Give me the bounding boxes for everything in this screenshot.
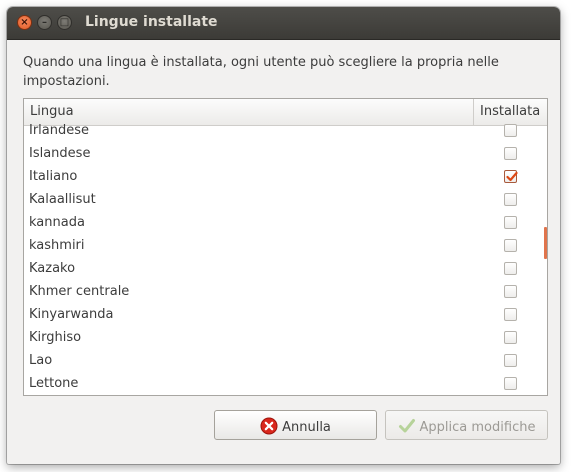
language-name: Lettone xyxy=(29,376,79,391)
installed-checkbox[interactable] xyxy=(504,147,517,160)
installed-checkbox[interactable] xyxy=(504,262,517,275)
language-name: Kalaallisut xyxy=(29,192,96,207)
list-item[interactable]: Kinyarwanda xyxy=(24,305,547,328)
cancel-button-label: Annulla xyxy=(282,420,331,435)
installed-checkbox[interactable] xyxy=(504,216,517,229)
checkmark-icon xyxy=(398,417,416,439)
apply-button-label: Applica modifiche xyxy=(419,420,536,435)
installed-checkbox[interactable] xyxy=(504,308,517,321)
installed-checkbox[interactable] xyxy=(504,331,517,344)
language-name: Irlandese xyxy=(29,123,90,138)
installed-checkbox[interactable] xyxy=(504,285,517,298)
language-name: Kirghiso xyxy=(29,330,82,345)
list-item[interactable]: Irlandese xyxy=(24,121,547,144)
title-bar[interactable]: × – □ Lingue installate xyxy=(7,7,560,40)
minimize-icon: – xyxy=(42,17,47,28)
language-name: Kazako xyxy=(29,261,76,276)
column-header-language[interactable]: Lingua xyxy=(30,104,74,119)
maximize-icon: □ xyxy=(59,17,70,28)
language-name: Italiano xyxy=(29,169,78,184)
installed-checkbox[interactable] xyxy=(504,170,518,183)
close-window-button[interactable]: × xyxy=(17,15,32,30)
language-name: kashmiri xyxy=(29,238,85,253)
language-name: Khmer centrale xyxy=(29,284,130,299)
language-list[interactable]: Lingua Installata Irlandese Islandese Ital… xyxy=(23,98,548,396)
installed-checkbox[interactable] xyxy=(504,377,517,390)
cancel-icon xyxy=(260,417,278,439)
list-item[interactable]: kannada xyxy=(24,213,547,236)
list-item[interactable]: Lettone xyxy=(24,374,547,395)
minimize-window-button[interactable]: – xyxy=(37,15,52,30)
description-text: Quando una lingua è installata, ogni ute… xyxy=(23,55,499,89)
installed-checkbox[interactable] xyxy=(504,239,517,252)
list-item[interactable]: Kazako xyxy=(24,259,547,282)
list-item[interactable]: Islandese xyxy=(24,144,547,167)
installed-checkbox[interactable] xyxy=(504,354,517,367)
list-item[interactable]: kashmiri xyxy=(24,236,547,259)
list-item[interactable]: Italiano xyxy=(24,167,547,190)
window-title: Lingue installate xyxy=(85,14,218,30)
installed-checkbox[interactable] xyxy=(504,193,517,206)
maximize-window-button[interactable]: □ xyxy=(57,15,72,30)
list-rows: Irlandese Islandese Italiano Kalaallisut kan… xyxy=(24,123,547,395)
list-item[interactable]: Kirghiso xyxy=(24,328,547,351)
apply-changes-button[interactable]: Applica modifiche xyxy=(385,410,548,440)
language-name: Kinyarwanda xyxy=(29,307,114,322)
scrollbar-indicator[interactable] xyxy=(544,227,547,259)
list-item[interactable]: Lao xyxy=(24,351,547,374)
language-name: Lao xyxy=(29,353,53,368)
language-name: Islandese xyxy=(29,146,91,161)
column-header-installed[interactable]: Installata xyxy=(480,104,540,119)
list-item[interactable]: Kalaallisut xyxy=(24,190,547,213)
dialog-window: × – □ Lingue installate Quando una lingu… xyxy=(7,7,560,464)
list-item[interactable]: Khmer centrale xyxy=(24,282,547,305)
close-icon: × xyxy=(20,17,29,28)
language-name: kannada xyxy=(29,215,85,230)
installed-checkbox[interactable] xyxy=(504,124,517,137)
cancel-button[interactable]: Annulla xyxy=(214,410,377,440)
